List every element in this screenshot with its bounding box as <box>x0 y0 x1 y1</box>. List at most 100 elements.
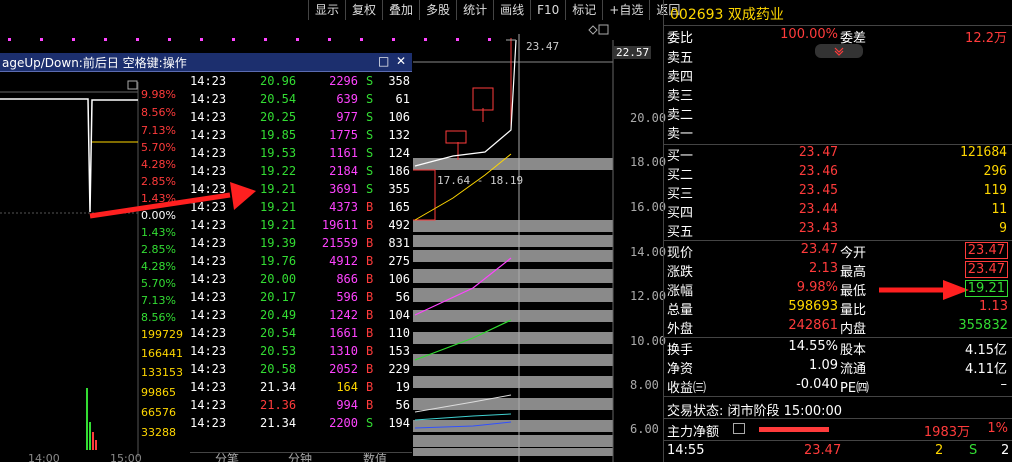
buy-level-row[interactable]: 买三 23.45 119 <box>667 183 1010 202</box>
buy-level-row[interactable]: 买一 23.47 121684 <box>667 145 1010 164</box>
toolbar-display-button[interactable]: 显示 <box>308 0 345 20</box>
sell-level-row[interactable]: 卖三 <box>667 85 1010 104</box>
stat-row: 现价 23.47 今开 23.47 <box>667 242 1010 261</box>
sell-level-label: 卖四 <box>667 70 694 85</box>
buy-level-label: 买二 <box>667 168 694 183</box>
trade-price: 20.54 <box>260 326 297 340</box>
trade-price: 19.21 <box>260 218 297 232</box>
trade-row[interactable]: 14:23 20.54 639 S 61 <box>190 92 412 110</box>
trade-row[interactable]: 14:23 20.54 1661 B 110 <box>190 326 412 344</box>
trade-price: 20.49 <box>260 308 297 322</box>
trade-row[interactable]: 14:23 20.17 596 B 56 <box>190 290 412 308</box>
toolbar-draw-button[interactable]: 画线 <box>493 0 530 20</box>
y-axis-label: 10.00 <box>630 334 667 348</box>
stat-label: 最高 <box>840 265 867 280</box>
close-icon[interactable]: ✕ <box>396 54 406 68</box>
chart-options-icon[interactable] <box>127 80 138 90</box>
trade-side: B <box>366 362 374 376</box>
trade-time: 14:23 <box>190 110 227 124</box>
title-divider <box>664 25 1012 26</box>
trade-time: 14:23 <box>190 326 227 340</box>
trade-side: S <box>366 164 374 178</box>
stat-label: 总量 <box>667 303 694 318</box>
trade-price: 19.21 <box>260 200 297 214</box>
pct-label: 2.85% <box>141 243 176 256</box>
trade-row[interactable]: 14:23 20.25 977 S 106 <box>190 110 412 128</box>
trade-side: B <box>366 308 374 322</box>
toolbar-add-watchlist-button[interactable]: +自选 <box>602 0 649 20</box>
trade-count: 186 <box>388 164 410 178</box>
trade-row[interactable]: 14:23 19.39 21559 B 831 <box>190 236 412 254</box>
buy-level-row[interactable]: 买二 23.46 296 <box>667 164 1010 183</box>
y-axis-label: 20.00 <box>630 111 667 125</box>
trade-row[interactable]: 14:23 19.85 1775 S 132 <box>190 128 412 146</box>
volume-label: 33288 <box>141 426 176 439</box>
list-icon[interactable] <box>733 423 745 434</box>
trade-row[interactable]: 14:23 21.34 164 B 19 <box>190 380 412 398</box>
trade-row[interactable]: 14:23 20.00 866 B 106 <box>190 272 412 290</box>
trade-row[interactable]: 14:23 20.96 2296 S 358 <box>190 74 412 92</box>
trade-side: S <box>366 416 374 430</box>
mainflow-divider <box>664 418 1012 419</box>
trade-row[interactable]: 14:23 21.34 2200 S 194 <box>190 416 412 434</box>
stat-label: 今开 <box>840 246 867 261</box>
sell-level-row[interactable]: 卖五 <box>667 47 1010 66</box>
trade-count: 132 <box>388 128 410 142</box>
trade-price: 19.39 <box>260 236 297 250</box>
trade-row[interactable]: 14:23 20.49 1242 B 104 <box>190 308 412 326</box>
buy-level-label: 买五 <box>667 225 694 240</box>
toolbar-overlay-button[interactable]: 叠加 <box>382 0 419 20</box>
stat-value: 2.13 <box>809 261 838 276</box>
trade-time: 14:23 <box>190 236 227 250</box>
trade-count: 358 <box>388 74 410 88</box>
volume-label: 99865 <box>141 386 176 399</box>
last-trade-count: 2 <box>1001 443 1010 458</box>
sell-level-row[interactable]: 卖二 <box>667 104 1010 123</box>
volume-label: 199729 <box>141 328 183 341</box>
sell-level-row[interactable]: 卖一 <box>667 123 1010 142</box>
toolbar-multi-stock-button[interactable]: 多股 <box>419 0 456 20</box>
buy-level-volume: 121684 <box>960 145 1007 160</box>
sell-level-label: 卖三 <box>667 89 694 104</box>
trade-count: 275 <box>388 254 410 268</box>
trade-row[interactable]: 14:23 19.76 4912 B 275 <box>190 254 412 272</box>
toolbar-adjust-button[interactable]: 复权 <box>345 0 382 20</box>
trade-row[interactable]: 14:23 19.53 1161 S 124 <box>190 146 412 164</box>
buy-level-row[interactable]: 买四 23.44 11 <box>667 202 1010 221</box>
time-label: 15:00 <box>110 452 142 462</box>
trade-volume: 164 <box>336 380 358 394</box>
trade-side: B <box>366 272 374 286</box>
stat-row: 外盘 242861 内盘 355832 <box>667 318 1010 337</box>
chart-diamond-icon[interactable] <box>589 26 597 34</box>
pct-label: 7.13% <box>141 124 176 137</box>
last-trade-time: 14:55 <box>667 443 705 458</box>
weicha-value: 12.2万 <box>965 31 1007 46</box>
trade-row[interactable]: 14:23 20.58 2052 B 229 <box>190 362 412 380</box>
buy-level-row[interactable]: 买五 23.43 9 <box>667 221 1010 240</box>
buy-level-price: 23.47 <box>798 145 838 160</box>
toolbar-stats-button[interactable]: 统计 <box>456 0 493 20</box>
trade-detail-window-header[interactable]: ageUp/Down:前后日 空格键:操作 □ ✕ <box>0 53 412 72</box>
restore-icon[interactable]: □ <box>378 54 389 68</box>
trade-price: 20.54 <box>260 92 297 106</box>
toolbar-f10-button[interactable]: F10 <box>530 0 565 20</box>
fundamental-value: -0.040 <box>796 377 838 392</box>
fundamental-value: – <box>1000 377 1008 392</box>
trade-price: 19.22 <box>260 164 297 178</box>
volume-label: 66576 <box>141 406 176 419</box>
trade-time: 14:23 <box>190 380 227 394</box>
trade-row[interactable]: 14:23 21.36 994 B 56 <box>190 398 412 416</box>
sell-level-row[interactable]: 卖四 <box>667 66 1010 85</box>
trade-row[interactable]: 14:23 20.53 1310 B 153 <box>190 344 412 362</box>
trade-price: 19.21 <box>260 182 297 196</box>
trade-volume: 994 <box>336 398 358 412</box>
trade-side: B <box>366 290 374 304</box>
sell-level-label: 卖二 <box>667 108 694 123</box>
window-title: ageUp/Down:前后日 空格键:操作 <box>2 56 187 70</box>
mainflow-label: 主力净额 <box>667 425 720 440</box>
chart-settings-icon[interactable] <box>599 25 609 35</box>
y-axis-label: 14.00 <box>630 245 667 259</box>
toolbar-mark-button[interactable]: 标记 <box>565 0 602 20</box>
buy-level-price: 23.44 <box>798 202 838 217</box>
trade-price: 20.25 <box>260 110 297 124</box>
